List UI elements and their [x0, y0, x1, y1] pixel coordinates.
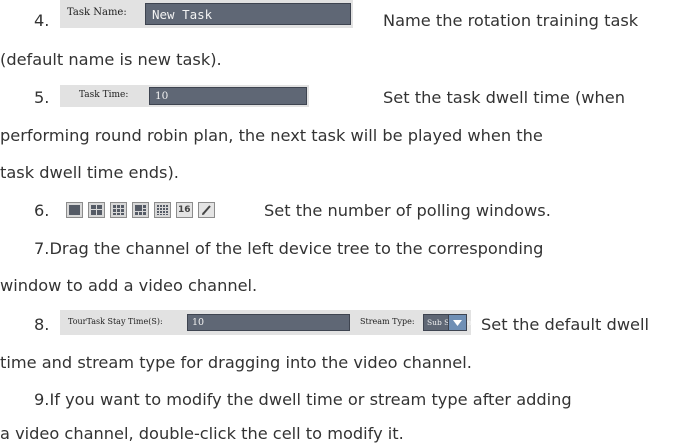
- item-5-description-cont2: task dwell time ends).: [0, 163, 179, 182]
- item-5-description: Set the task dwell time (when: [383, 88, 626, 107]
- layout-16-icon[interactable]: 16: [176, 202, 193, 218]
- task-name-value: New Task: [152, 7, 213, 22]
- task-time-screenshot: Task Time: 10: [60, 85, 309, 107]
- item-6-number: 6.: [34, 201, 50, 220]
- task-name-screenshot: Task Name: New Task: [60, 0, 353, 28]
- task-name-label: Task Name:: [67, 7, 127, 18]
- layout-1plus5-icon[interactable]: [132, 202, 149, 218]
- item-7-line1: 7.Drag the channel of the left device tr…: [34, 239, 544, 258]
- task-time-input[interactable]: 10: [149, 87, 307, 105]
- item-4-description-cont: (default name is new task).: [0, 50, 222, 69]
- item-9-line1: 9.If you want to modify the dwell time o…: [34, 390, 572, 409]
- item-8-description-cont: time and stream type for dragging into t…: [0, 353, 472, 372]
- stay-time-label: TourTask Stay Time(S):: [68, 317, 163, 326]
- item-8-number: 8.: [34, 315, 50, 334]
- item-7-line2: window to add a video channel.: [0, 276, 258, 295]
- stream-type-label: Stream Type:: [360, 317, 415, 326]
- window-layout-toolbar: 16: [60, 198, 253, 222]
- item-8-description: Set the default dwell: [481, 315, 650, 334]
- edit-pencil-icon[interactable]: [198, 202, 215, 218]
- stay-time-value: 10: [192, 317, 205, 328]
- layout-1x1-icon[interactable]: [66, 202, 83, 218]
- task-time-value: 10: [155, 90, 169, 102]
- item-5-description-cont1: performing round robin plan, the next ta…: [0, 126, 543, 145]
- layout-3x3-icon[interactable]: [110, 202, 127, 218]
- item-9-line2: a video channel, double-click the cell t…: [0, 424, 404, 443]
- layout-2x2-icon[interactable]: [88, 202, 105, 218]
- task-name-input[interactable]: New Task: [145, 3, 351, 25]
- tour-stay-stream-screenshot: TourTask Stay Time(S): 10 Stream Type: S…: [60, 310, 472, 335]
- layout-4x4-icon[interactable]: [154, 202, 171, 218]
- item-4-description: Name the rotation training task: [383, 11, 639, 30]
- stay-time-input[interactable]: 10: [187, 314, 350, 331]
- task-time-label: Task Time:: [79, 90, 129, 100]
- item-4-number: 4.: [34, 11, 50, 30]
- item-5-number: 5.: [34, 88, 50, 107]
- layout-16-label: 16: [178, 205, 191, 215]
- item-6-description: Set the number of polling windows.: [264, 201, 551, 220]
- chevron-down-icon[interactable]: [448, 314, 467, 331]
